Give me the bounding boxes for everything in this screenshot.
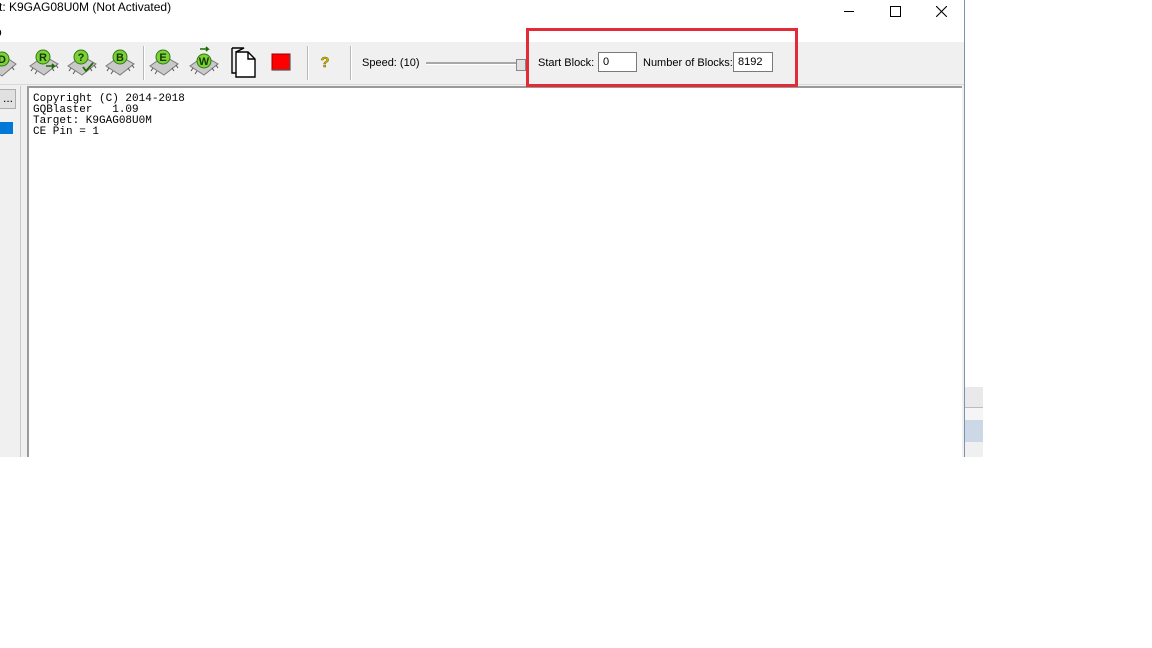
chip-erase-icon: E (149, 49, 179, 76)
close-button[interactable] (918, 0, 964, 22)
close-icon (935, 5, 947, 17)
stop-button[interactable] (271, 53, 291, 71)
log-line: Copyright (C) 2014-2018 (33, 93, 185, 105)
read-chip-button[interactable]: R (28, 46, 60, 78)
chip-read-icon: R (29, 49, 59, 76)
svg-text:?: ? (320, 54, 329, 71)
panel-divider[interactable] (20, 86, 21, 457)
svg-text:B: B (116, 52, 124, 64)
erase-chip-button[interactable]: E (148, 46, 180, 78)
help-question-icon: ? (320, 54, 330, 71)
log-output[interactable]: Copyright (C) 2014-2018 GQBlaster 1.09 T… (27, 86, 962, 457)
help-button[interactable]: ? (315, 52, 335, 72)
speed-slider[interactable] (426, 59, 526, 71)
detect-chip-button[interactable]: D (0, 46, 18, 78)
window-title: t: K9GAG08U0M (Not Activated) (0, 0, 172, 14)
documents-icon (231, 47, 256, 78)
svg-text:D: D (0, 54, 6, 66)
chip-write-icon: W (189, 46, 219, 76)
verify-chip-button[interactable]: ? (66, 46, 98, 78)
selected-list-item[interactable] (0, 122, 13, 134)
maximize-button[interactable] (872, 0, 918, 22)
menu-item-help[interactable]: p (0, 25, 2, 39)
highlight-box (526, 28, 798, 87)
title-bar: t: K9GAG08U0M (Not Activated) (0, 0, 964, 22)
svg-text:W: W (199, 56, 210, 68)
chip-verify-icon: ? (67, 49, 97, 76)
maximize-icon (889, 5, 901, 17)
stop-icon (271, 53, 291, 71)
speed-label: Speed: (10) (362, 57, 420, 69)
background-window-edge (965, 387, 983, 457)
log-line: GQBlaster 1.09 (33, 104, 139, 116)
blank-check-button[interactable]: B (104, 46, 136, 78)
left-panel: ... (0, 86, 21, 457)
speed-slider-thumb[interactable] (516, 59, 526, 71)
toolbar-separator (143, 46, 145, 80)
svg-text:?: ? (78, 52, 85, 64)
toolbar: D R ? (0, 42, 964, 85)
toolbar-separator (350, 46, 352, 80)
toolbar-separator (307, 46, 309, 80)
minimize-icon (844, 11, 854, 12)
chip-blank-icon: B (105, 49, 135, 76)
log-line: CE Pin = 1 (33, 126, 100, 138)
chip-detect-icon: D (0, 51, 17, 77)
browse-button[interactable]: ... (0, 89, 16, 109)
svg-text:R: R (39, 52, 47, 64)
minimize-button[interactable] (826, 0, 872, 22)
app-window: t: K9GAG08U0M (Not Activated) p D (0, 0, 965, 457)
svg-text:E: E (159, 52, 166, 64)
write-chip-button[interactable]: W (188, 46, 220, 78)
speed-slider-track (426, 62, 526, 65)
open-file-button[interactable] (228, 46, 260, 78)
menu-bar: p (0, 22, 964, 42)
log-line: Target: K9GAG08U0M (33, 115, 152, 127)
